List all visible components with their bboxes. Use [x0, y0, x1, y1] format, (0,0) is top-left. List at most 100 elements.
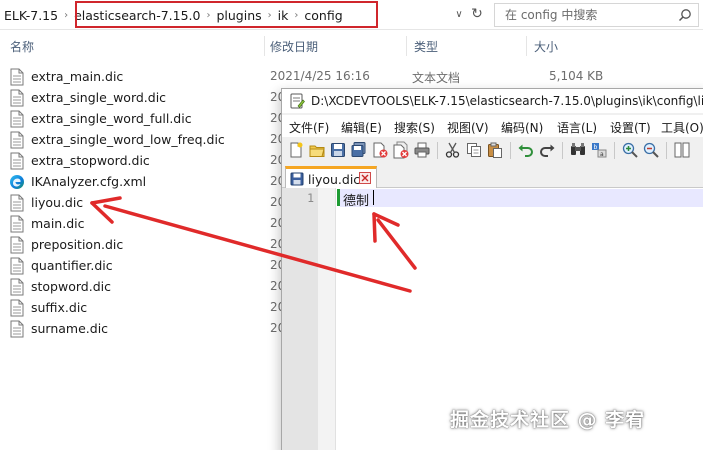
file-name: preposition.dic — [31, 237, 124, 252]
file-type: 文本文档 — [412, 71, 461, 85]
toolbar-separator — [614, 142, 615, 159]
copy-icon[interactable] — [465, 141, 483, 159]
replace-icon[interactable]: ba — [590, 141, 608, 159]
file-row-surname[interactable]: surname.dic — [5, 318, 280, 339]
menu-settings[interactable]: 设置(T) — [610, 119, 651, 136]
svg-text:a: a — [600, 151, 604, 158]
file-row-extra-main[interactable]: extra_main.dic — [5, 66, 280, 87]
text-file-icon — [10, 215, 24, 232]
watermark: 掘金技术社区 @ 李宥 — [450, 409, 646, 431]
toolbar-separator — [510, 142, 511, 159]
window-title-bar[interactable]: D:\XCDEVTOOLS\ELK-7.15\elasticsearch-7.1… — [282, 89, 703, 113]
file-row-extra-stopword[interactable]: extra_stopword.dic — [5, 150, 280, 171]
search-icon[interactable] — [678, 8, 692, 22]
address-bar[interactable]: ELK-7.15 › elasticsearch-7.15.0 › plugin… — [0, 0, 703, 30]
menu-edit[interactable]: 编辑(E) — [341, 119, 382, 136]
file-name: extra_single_word_full.dic — [31, 111, 192, 126]
file-row-suffix[interactable]: suffix.dic — [5, 297, 280, 318]
undo-icon[interactable] — [517, 141, 535, 159]
saved-file-tab-icon — [290, 172, 304, 186]
text-file-icon — [10, 68, 24, 85]
file-row-extra-single-word-full[interactable]: extra_single_word_full.dic — [5, 108, 280, 129]
column-date[interactable]: 修改日期 — [270, 38, 318, 55]
file-name: liyou.dic — [31, 195, 84, 210]
column-size[interactable]: 大小 — [534, 38, 558, 55]
address-history-dropdown-icon[interactable]: ∨ — [452, 6, 466, 24]
zoom-in-icon[interactable] — [621, 141, 639, 159]
find-icon[interactable] — [569, 141, 587, 159]
file-name: extra_main.dic — [31, 69, 124, 84]
file-name: quantifier.dic — [31, 258, 113, 273]
text-file-icon — [10, 236, 24, 253]
search-input[interactable] — [505, 7, 675, 23]
menu-language[interactable]: 语言(L) — [557, 119, 597, 136]
file-row-ikanalyzer-cfg[interactable]: IKAnalyzer.cfg.xml — [5, 171, 280, 192]
fold-margin[interactable] — [318, 188, 336, 450]
file-date: 2021/4/25 16:16 — [270, 69, 370, 83]
editor-line-text[interactable]: 德制 — [343, 190, 369, 209]
text-file-icon — [10, 257, 24, 274]
text-file-icon — [10, 89, 24, 106]
file-name: extra_single_word.dic — [31, 90, 167, 105]
toolbar-separator — [437, 142, 438, 159]
refresh-icon[interactable]: ↻ — [469, 4, 485, 24]
notepadpp-window[interactable]: D:\XCDEVTOOLS\ELK-7.15\elasticsearch-7.1… — [281, 88, 703, 450]
text-file-icon — [10, 299, 24, 316]
file-row-extra-single-word[interactable]: extra_single_word.dic — [5, 87, 280, 108]
close-tab-icon[interactable] — [359, 172, 371, 184]
menu-view[interactable]: 视图(V) — [447, 119, 489, 136]
svg-text:b: b — [594, 144, 598, 151]
print-icon[interactable] — [413, 141, 431, 159]
current-line-highlight — [340, 189, 703, 207]
open-file-icon[interactable] — [308, 141, 326, 159]
column-type[interactable]: 类型 — [414, 38, 438, 55]
menu-tools[interactable]: 工具(O) — [661, 119, 703, 136]
file-row-extra-single-word-low-freq[interactable]: extra_single_word_low_freq.dic — [5, 129, 280, 150]
redo-icon[interactable] — [538, 141, 556, 159]
text-file-icon — [10, 278, 24, 295]
file-row-quantifier[interactable]: quantifier.dic — [5, 255, 280, 276]
cut-icon[interactable] — [444, 141, 462, 159]
paste-icon[interactable] — [486, 141, 504, 159]
menu-file[interactable]: 文件(F) — [289, 119, 329, 136]
file-row-stopword[interactable]: stopword.dic — [5, 276, 280, 297]
change-history-marker — [337, 189, 340, 206]
column-divider[interactable] — [264, 36, 265, 56]
file-row-main[interactable]: main.dic — [5, 213, 280, 234]
column-name[interactable]: 名称 — [10, 38, 34, 55]
save-icon[interactable] — [329, 141, 347, 159]
toolbar: ba — [282, 137, 703, 164]
search-box[interactable] — [494, 3, 699, 27]
file-name: IKAnalyzer.cfg.xml — [31, 174, 147, 189]
text-caret — [373, 190, 374, 205]
file-name: stopword.dic — [31, 279, 111, 294]
text-file-icon — [10, 194, 24, 211]
close-all-icon[interactable] — [392, 141, 410, 159]
column-header: 名称 修改日期 类型 大小 — [0, 34, 703, 58]
file-name: main.dic — [31, 216, 85, 231]
window-title: D:\XCDEVTOOLS\ELK-7.15\elasticsearch-7.1… — [311, 94, 703, 108]
file-name: surname.dic — [31, 321, 109, 336]
line-number-gutter — [282, 188, 318, 450]
breadcrumb-item-elk[interactable]: ELK-7.15 — [2, 8, 60, 23]
sync-scroll-icon[interactable] — [673, 141, 691, 159]
path-highlight-box — [75, 1, 378, 28]
menu-search[interactable]: 搜索(S) — [394, 119, 435, 136]
new-file-icon[interactable] — [287, 141, 305, 159]
breadcrumb-separator-icon[interactable]: › — [60, 10, 72, 21]
save-all-icon[interactable] — [350, 141, 368, 159]
file-row-preposition[interactable]: preposition.dic — [5, 234, 280, 255]
text-file-icon — [10, 152, 24, 169]
text-file-icon — [10, 320, 24, 337]
file-name: extra_single_word_low_freq.dic — [31, 132, 225, 147]
close-file-icon[interactable] — [371, 141, 389, 159]
column-divider[interactable] — [406, 36, 407, 56]
notepadpp-app-icon — [290, 93, 305, 109]
zoom-out-icon[interactable] — [642, 141, 660, 159]
toolbar-separator — [562, 142, 563, 159]
column-divider[interactable] — [526, 36, 527, 56]
tab-bar: liyou.dic — [282, 164, 703, 189]
menu-encoding[interactable]: 编码(N) — [501, 119, 543, 136]
file-row-liyou[interactable]: liyou.dic — [5, 192, 280, 213]
tab-liyou-dic[interactable]: liyou.dic — [285, 166, 377, 189]
